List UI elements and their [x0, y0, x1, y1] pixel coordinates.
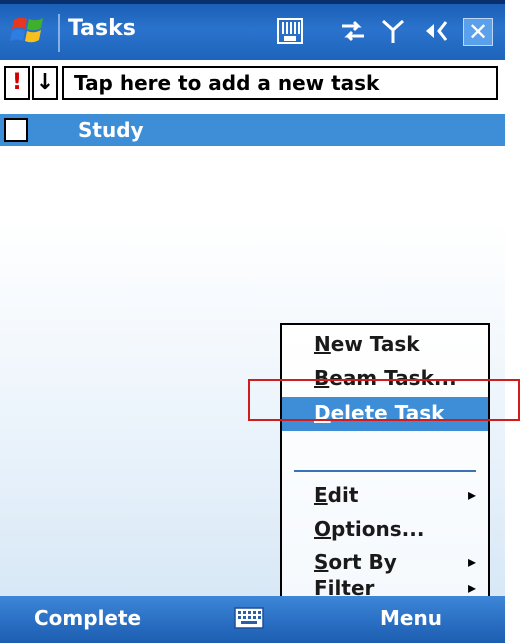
close-icon[interactable]: ✕: [463, 18, 493, 46]
label-rest: ew Task: [330, 332, 420, 356]
task-complete-checkbox[interactable]: [4, 118, 28, 142]
menu-separator: [294, 470, 476, 472]
menu-item-filter[interactable]: Filter ▸: [282, 578, 488, 598]
sim-card-icon: [277, 18, 303, 44]
submenu-arrow-icon: ▸: [468, 578, 477, 597]
label-rest: ptions...: [331, 517, 425, 541]
menu-item-label: Filter: [314, 578, 374, 598]
menu-item-label: New Task: [314, 331, 420, 357]
priority-sort-button[interactable]: !: [4, 66, 30, 100]
volume-icon[interactable]: [422, 16, 452, 46]
menu-item-sort-by[interactable]: Sort By ▸: [282, 546, 488, 580]
mnemonic-letter: N: [314, 332, 331, 356]
highlight-annotation: [248, 379, 520, 421]
title-separator: [58, 14, 60, 52]
mnemonic-letter: S: [314, 550, 329, 574]
menu-item-new-task[interactable]: New Task: [282, 328, 488, 362]
menu-item-label: Sort By: [314, 549, 397, 575]
title-bar: Tasks ✕: [0, 0, 505, 60]
complete-softkey[interactable]: Complete: [34, 606, 141, 630]
label-rest: dit: [327, 483, 359, 507]
submenu-arrow-icon: ▸: [468, 552, 477, 571]
menu-item-label: Edit: [314, 482, 358, 508]
new-task-row: ! ↓ Tap here to add a new task: [0, 60, 505, 106]
keyboard-icon[interactable]: [234, 606, 264, 630]
menu-item-edit[interactable]: Edit ▸: [282, 479, 488, 513]
windows-start-icon[interactable]: [10, 12, 48, 48]
label-rest: ilter: [327, 578, 375, 598]
submenu-arrow-icon: ▸: [468, 485, 477, 504]
mnemonic-letter: F: [314, 578, 328, 598]
mnemonic-letter: E: [314, 483, 328, 507]
menu-item-label: Options...: [314, 516, 424, 542]
task-name: Study: [78, 118, 144, 142]
softkey-bar: Complete Menu: [0, 596, 505, 643]
mnemonic-letter: O: [314, 517, 332, 541]
sort-order-button[interactable]: ↓: [32, 66, 58, 100]
task-row[interactable]: Study: [0, 114, 505, 146]
connectivity-icon[interactable]: [338, 16, 368, 46]
menu-item-options[interactable]: Options...: [282, 513, 488, 547]
menu-softkey[interactable]: Menu: [380, 606, 442, 630]
app-title: Tasks: [68, 16, 136, 41]
signal-icon[interactable]: [378, 16, 408, 46]
pocketpc-screen: Tasks ✕ ! ↓ Tap here to add a new task S…: [0, 0, 505, 643]
label-rest: ort By: [328, 550, 397, 574]
new-task-entry-bar[interactable]: Tap here to add a new task: [62, 66, 498, 100]
context-menu: New Task Beam Task... Delete Task Edit ▸…: [280, 323, 490, 598]
